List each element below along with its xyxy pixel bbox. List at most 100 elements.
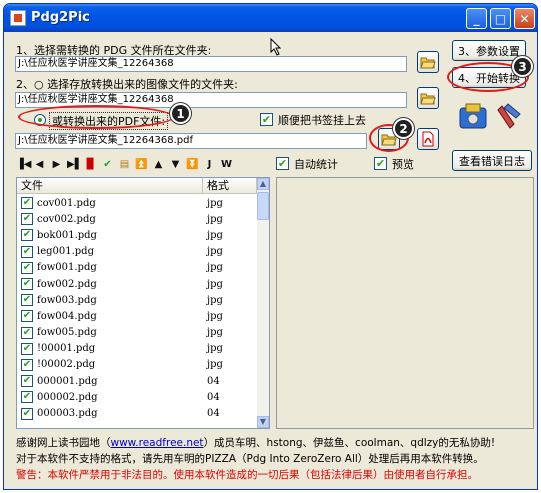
table-row[interactable]: ✔ 000001.pdg 04 [17, 373, 257, 389]
w-icon[interactable]: W [220, 159, 233, 170]
file-cell: ✔ fow005.pdg [17, 326, 203, 339]
maximize-button[interactable]: □ [490, 8, 511, 29]
file-cell: ✔ bok001.pdg [17, 229, 203, 242]
table-row[interactable]: ✔ leg001.pdg jpg [17, 244, 257, 260]
browse-pdg-folder-button[interactable] [417, 51, 439, 73]
file-name: !00001.pdg [37, 343, 96, 355]
file-format: jpg [207, 294, 223, 306]
folder-open-icon [420, 57, 436, 69]
pdg-folder-field[interactable]: J:\任应秋医学讲座文集_12264368 [15, 56, 407, 72]
row-checkbox[interactable]: ✔ [21, 197, 33, 210]
row-checkbox[interactable]: ✔ [21, 391, 33, 404]
file-format: jpg [207, 343, 223, 355]
pdf-icon[interactable]: ▉ [84, 159, 97, 170]
column-header-format[interactable]: 格式 [203, 178, 257, 194]
footer-warning: 警告：本软件严禁用于非法目的。使用本软件造成的一切后果（包括法律后果）由使用者自… [16, 469, 478, 481]
table-row[interactable]: ✔ bok001.pdg jpg [17, 227, 257, 243]
list-rows: ✔ cov001.pdg jpg ✔ cov002.pdg jpg ✔ bok001.pdg j… [17, 195, 257, 422]
file-name: cov002.pdg [37, 213, 96, 225]
list-scrollbar[interactable]: ▲ ▼ [257, 178, 269, 428]
file-cell: ✔ fow002.pdg [17, 278, 203, 291]
row-checkbox[interactable]: ✔ [21, 326, 33, 339]
row-checkbox[interactable]: ✔ [21, 310, 33, 323]
file-name: 000001.pdg [37, 375, 98, 387]
footer-text: ）成员车明、hstong、伊兹鱼、coolman、qdlzy的无私协助! [203, 437, 496, 449]
row-checkbox[interactable]: ✔ [21, 375, 33, 388]
file-cell: ✔ fow004.pdg [17, 310, 203, 323]
j-icon[interactable]: J [203, 159, 216, 170]
move-top-icon[interactable]: ⏫ [135, 159, 148, 170]
title-bar[interactable]: Pdg2Pic _ □ ✕ [4, 4, 537, 32]
file-list[interactable]: 文件 格式 ✔ cov001.pdg jpg ✔ cov002.pdg jpg ✔ bok00… [16, 177, 270, 429]
table-row[interactable]: ✔ fow004.pdg jpg [17, 308, 257, 324]
annotation-ellipse-1 [18, 105, 174, 129]
pdf-file-field[interactable]: J:\任应秋医学讲座文集_12264368.pdf [15, 133, 367, 149]
step2-label: 2、○ 选择存放转换出来的图像文件的文件夹: [16, 78, 238, 91]
row-checkbox[interactable]: ✔ [21, 229, 33, 242]
close-button[interactable]: ✕ [514, 8, 535, 29]
list-header: 文件 格式 [17, 178, 257, 194]
table-row[interactable]: ✔ 000002.pdg 04 [17, 389, 257, 405]
table-row[interactable]: ✔ fow003.pdg jpg [17, 292, 257, 308]
next-icon[interactable]: ▶ [50, 159, 63, 170]
bookmark-checkbox[interactable]: ✔ [260, 113, 273, 126]
scroll-thumb[interactable] [257, 192, 269, 220]
file-name: bok001.pdg [37, 229, 97, 241]
table-row[interactable]: ✔ fow002.pdg jpg [17, 276, 257, 292]
row-checkbox[interactable]: ✔ [21, 358, 33, 371]
browse-image-folder-button[interactable] [417, 87, 439, 109]
auto-stats-checkbox[interactable]: ✔ [276, 157, 289, 170]
last-icon[interactable]: ▶▌ [67, 159, 82, 170]
window-title: Pdg2Pic [31, 10, 90, 25]
table-row[interactable]: ✔ cov002.pdg jpg [17, 211, 257, 227]
column-header-file[interactable]: 文件 [17, 178, 203, 194]
file-name: leg001.pdg [37, 246, 94, 258]
open-pdf-button[interactable] [417, 128, 439, 150]
file-name: 000003.pdg [37, 408, 98, 420]
table-row[interactable]: ✔ !00002.pdg jpg [17, 357, 257, 373]
table-row[interactable]: ✔ !00001.pdg jpg [17, 341, 257, 357]
first-icon[interactable]: ▐◀ [16, 159, 31, 170]
footer-line-1: 感谢网上读书园地（www.readfree.net）成员车明、hstong、伊兹… [16, 435, 495, 451]
row-checkbox[interactable]: ✔ [21, 342, 33, 355]
error-log-button[interactable]: 查看错误日志 [452, 150, 532, 171]
scroll-up-icon[interactable]: ▲ [257, 178, 269, 190]
row-checkbox[interactable]: ✔ [21, 261, 33, 274]
file-format: 04 [207, 375, 220, 387]
file-format: 04 [207, 408, 220, 420]
minimize-button[interactable]: _ [466, 8, 487, 29]
annotation-marker-1: 1 [170, 103, 191, 124]
app-icon [10, 10, 26, 26]
preview-label: 预览 [392, 158, 414, 171]
table-row[interactable]: ✔ cov001.pdg jpg [17, 195, 257, 211]
file-name: fow004.pdg [37, 310, 97, 322]
tools-icon [459, 103, 521, 129]
list-icon[interactable]: ▤ [118, 159, 131, 170]
prev-icon[interactable]: ◀ [33, 159, 46, 170]
table-row[interactable]: ✔ 000003.pdg 04 [17, 405, 257, 421]
row-checkbox[interactable]: ✔ [21, 213, 33, 226]
footer-credits: 感谢网上读书园地（www.readfree.net）成员车明、hstong、伊兹… [16, 435, 495, 483]
table-row[interactable]: ✔ fow001.pdg jpg [17, 260, 257, 276]
pdf-file-icon [422, 131, 434, 147]
move-bottom-icon[interactable]: ⏬ [186, 159, 199, 170]
row-checkbox[interactable]: ✔ [21, 294, 33, 307]
annotation-marker-2: 2 [393, 118, 414, 139]
file-format: jpg [207, 278, 223, 290]
file-cell: ✔ 000001.pdg [17, 375, 203, 388]
check-icon[interactable]: ✔ [101, 159, 114, 170]
scroll-down-icon[interactable]: ▼ [257, 416, 269, 428]
row-checkbox[interactable]: ✔ [21, 245, 33, 258]
table-row[interactable]: ✔ fow005.pdg jpg [17, 325, 257, 341]
file-cell: ✔ cov002.pdg [17, 213, 203, 226]
preview-checkbox[interactable]: ✔ [374, 157, 387, 170]
row-checkbox[interactable]: ✔ [21, 407, 33, 420]
file-format: jpg [207, 359, 223, 371]
row-checkbox[interactable]: ✔ [21, 278, 33, 291]
readfree-link[interactable]: www.readfree.net [111, 437, 204, 449]
file-name: fow003.pdg [37, 294, 97, 306]
file-cell: ✔ cov001.pdg [17, 197, 203, 210]
move-up-icon[interactable]: ▲ [152, 159, 165, 170]
file-cell: ✔ 000002.pdg [17, 391, 203, 404]
move-down-icon[interactable]: ▼ [169, 159, 182, 170]
